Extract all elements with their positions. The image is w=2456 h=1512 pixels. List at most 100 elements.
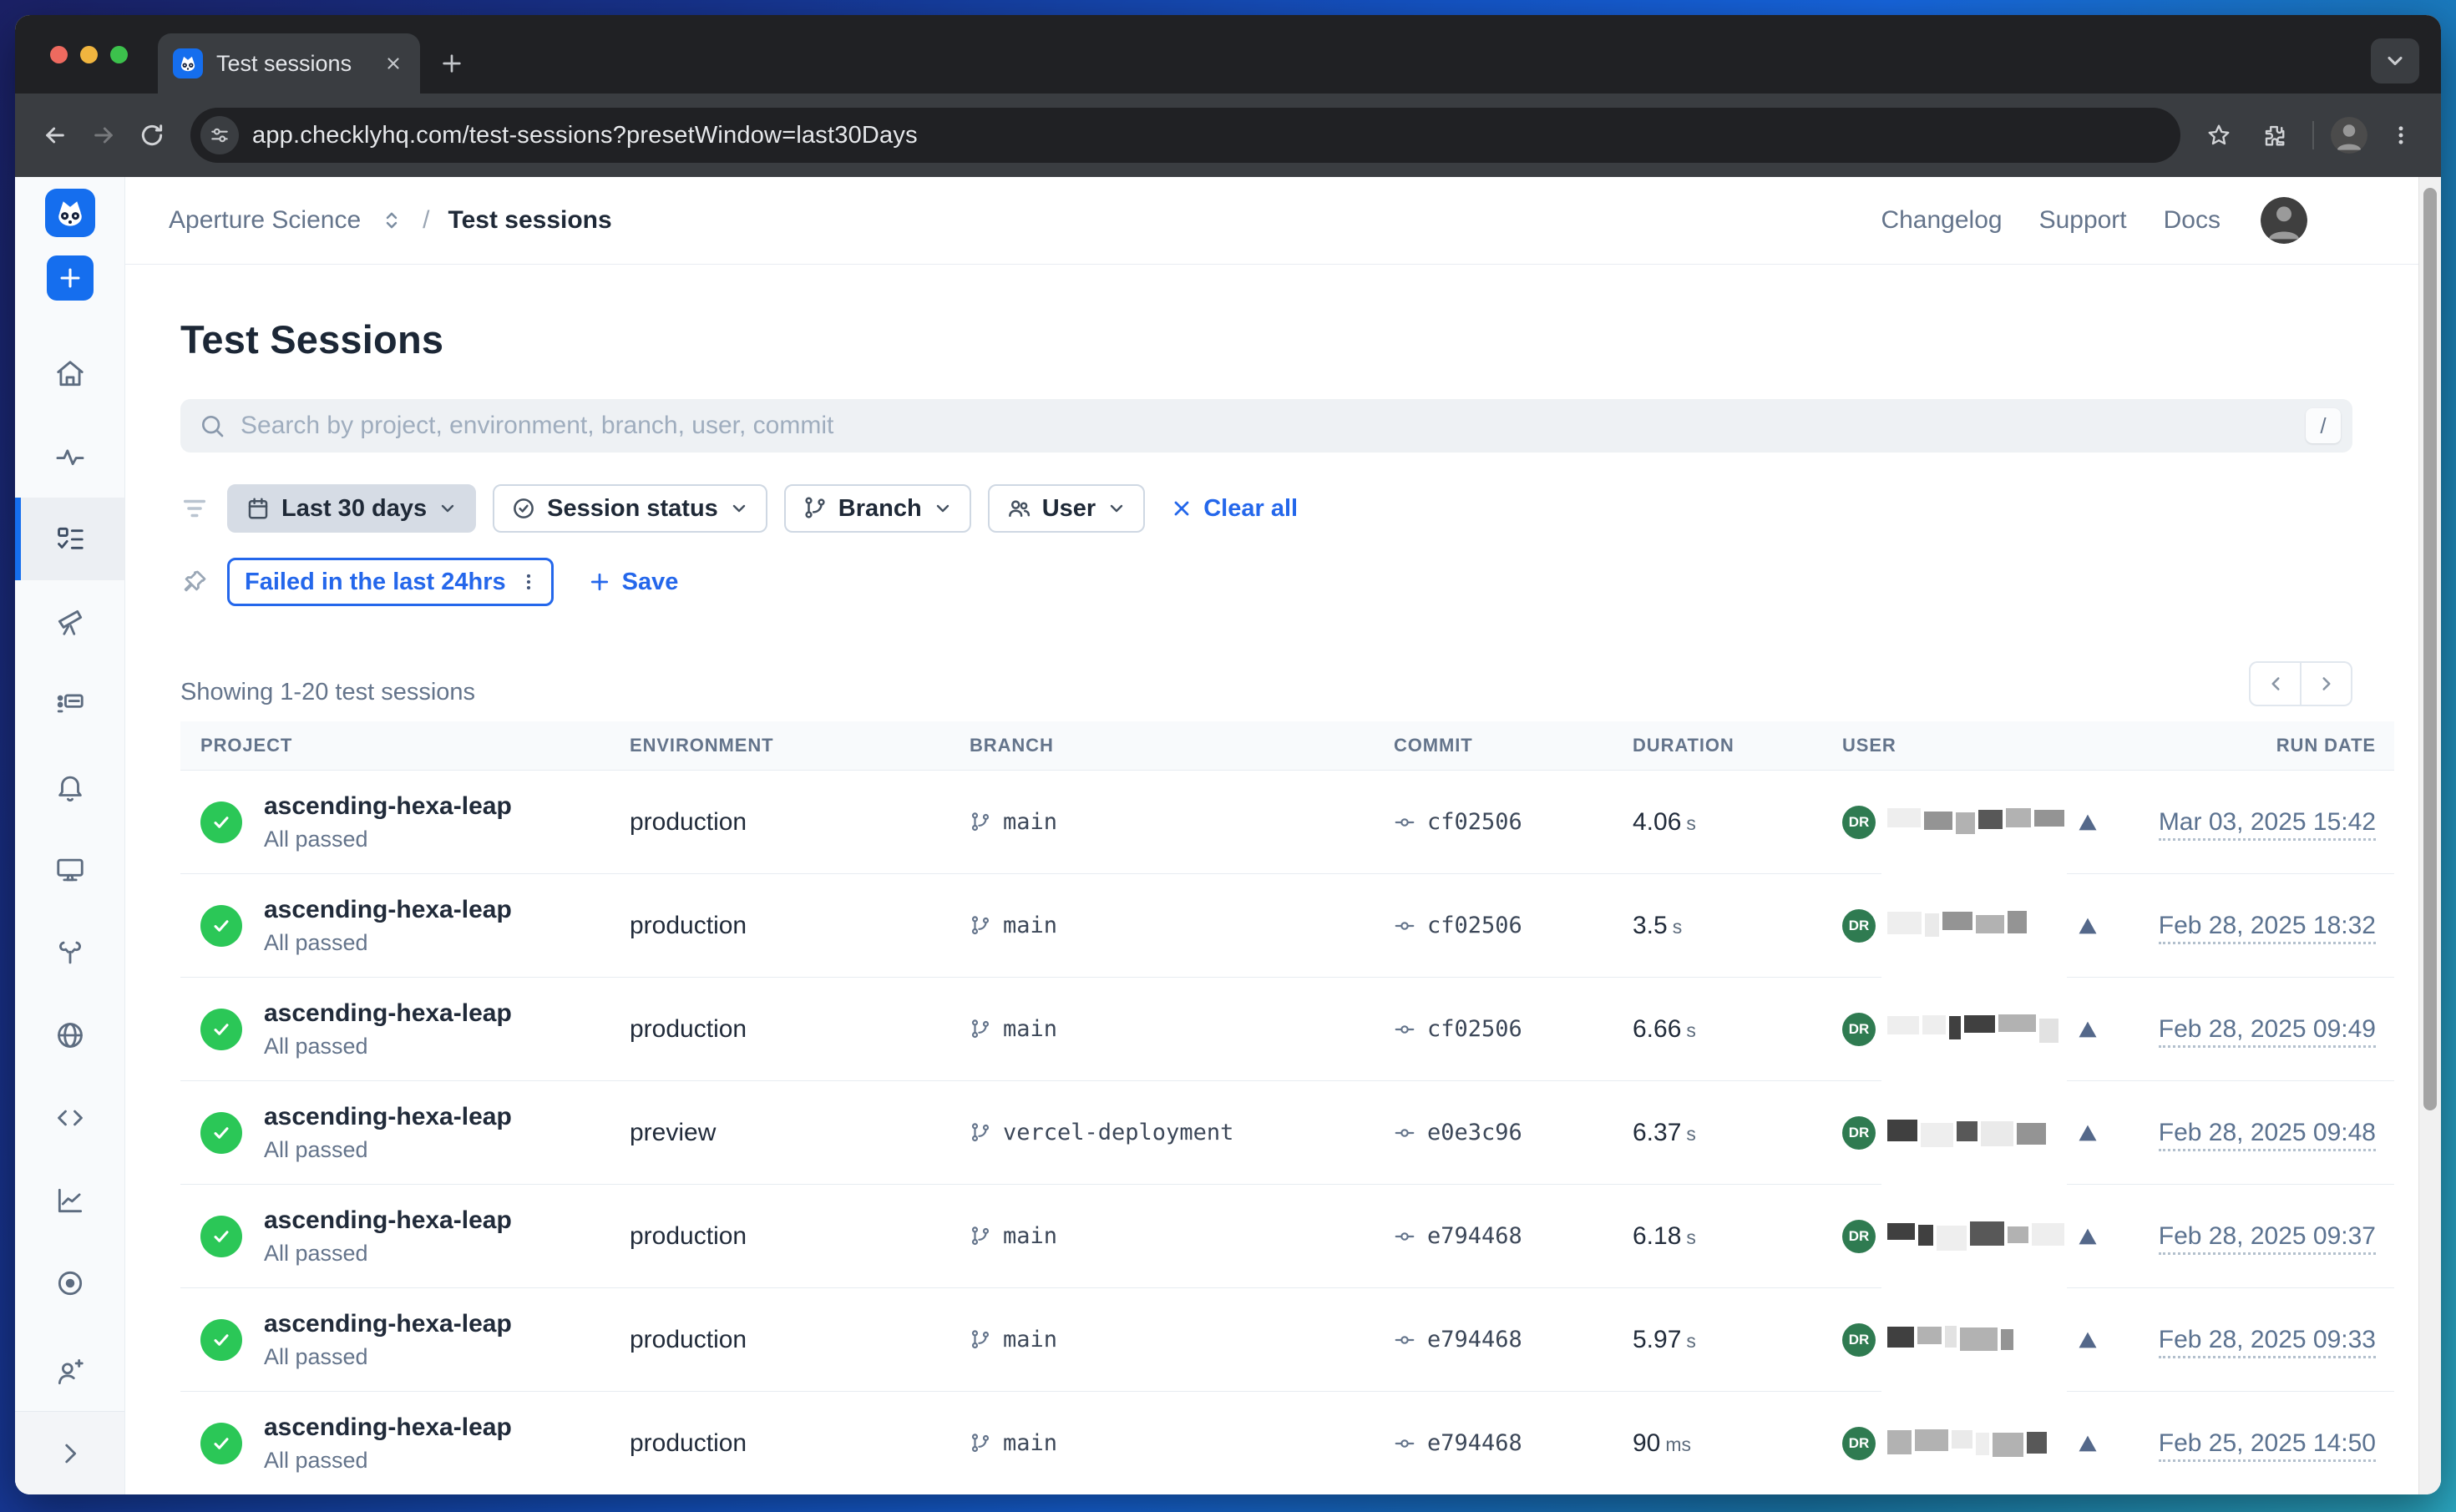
session-status-text: All passed — [264, 1241, 512, 1267]
status-passed-icon — [200, 1423, 242, 1464]
vercel-triangle-icon — [2076, 1328, 2099, 1352]
changelog-link[interactable]: Changelog — [1881, 206, 2002, 235]
run-date-link[interactable]: Feb 28, 2025 09:48 — [2159, 1119, 2376, 1151]
run-date-link[interactable]: Feb 28, 2025 09:37 — [2159, 1222, 2376, 1255]
traffic-lights — [50, 46, 128, 63]
search-input[interactable] — [241, 412, 2291, 440]
chevrons-up-down-icon[interactable] — [379, 208, 404, 233]
environment-value: preview — [630, 1119, 970, 1147]
checkly-raccoon-logo[interactable] — [45, 189, 95, 237]
sidebar-item-telescope[interactable] — [15, 580, 124, 663]
user-initials-avatar: DR — [1842, 1116, 1876, 1150]
redacted-user-name — [1887, 1014, 2064, 1044]
sidebar-item-alerts-bell[interactable] — [15, 746, 124, 828]
git-branch-icon — [970, 1226, 991, 1247]
sidebar-item-test-sessions[interactable] — [15, 498, 124, 580]
bookmark-star-icon[interactable] — [2197, 114, 2241, 157]
table-header: PROJECT ENVIRONMENT BRANCH COMMIT DURATI… — [180, 721, 2394, 770]
branch-filter-button[interactable]: Branch — [784, 484, 971, 533]
run-date-link[interactable]: Mar 03, 2025 15:42 — [2159, 808, 2376, 841]
sidebar-item-cli-code[interactable] — [15, 1076, 124, 1159]
site-settings-icon[interactable] — [200, 116, 239, 154]
sidebar-item-private-locations-globe[interactable] — [15, 994, 124, 1076]
duration-value: 3.5 — [1633, 912, 1668, 940]
redacted-user-name — [1887, 807, 2064, 837]
reload-button[interactable] — [130, 114, 174, 157]
clear-all-filters-button[interactable]: Clear all — [1170, 495, 1298, 523]
breadcrumb-separator: / — [423, 206, 429, 235]
git-commit-icon — [1394, 1433, 1415, 1454]
git-commit-icon — [1394, 812, 1415, 833]
table-row[interactable]: ascending-hexa-leapAll passedproductionm… — [180, 770, 2394, 873]
sidebar-item-activity[interactable] — [15, 415, 124, 498]
branch-value: vercel-deployment — [1003, 1120, 1233, 1145]
sidebar-item-dashboards-chart[interactable] — [15, 1159, 124, 1241]
save-filter-button[interactable]: Save — [587, 569, 679, 596]
user-filter-button[interactable]: User — [988, 484, 1146, 533]
duration-unit: s — [1686, 812, 1696, 835]
previous-page-button[interactable] — [2249, 661, 2301, 706]
user-initials-avatar: DR — [1842, 806, 1876, 839]
duration-value: 5.97 — [1633, 1326, 1681, 1354]
sidebar-item-target[interactable] — [15, 1241, 124, 1324]
user-initials-avatar: DR — [1842, 1323, 1876, 1357]
session-status-text: All passed — [264, 1344, 512, 1370]
user-avatar[interactable] — [2261, 197, 2307, 244]
sidebar-bottom — [15, 1334, 124, 1494]
address-bar[interactable]: app.checklyhq.com/test-sessions?presetWi… — [190, 108, 2180, 163]
minimize-window-button[interactable] — [80, 46, 98, 63]
branch-value: main — [1003, 1223, 1057, 1249]
column-user: USER — [1842, 735, 2151, 756]
git-branch-icon — [803, 496, 828, 521]
create-new-button[interactable] — [47, 255, 94, 301]
session-status-filter-button[interactable]: Session status — [493, 484, 767, 533]
invite-user-icon[interactable] — [15, 1334, 124, 1411]
run-date-link[interactable]: Feb 28, 2025 09:49 — [2159, 1015, 2376, 1048]
docs-link[interactable]: Docs — [2164, 206, 2221, 235]
column-run-date: RUN DATE — [2151, 735, 2376, 756]
content: Test Sessions / Last 30 days — [125, 265, 2441, 1494]
sidebar-item-status-pages[interactable] — [15, 828, 124, 911]
support-link[interactable]: Support — [2039, 206, 2127, 235]
sidebar-item-maintenance[interactable] — [15, 911, 124, 994]
browser-tab[interactable]: Test sessions — [158, 33, 420, 94]
date-range-filter-button[interactable]: Last 30 days — [227, 484, 476, 533]
vercel-triangle-icon — [2076, 1018, 2099, 1041]
browser-window: Test sessions app.checklyhq.com/test-ses… — [15, 15, 2441, 1494]
close-window-button[interactable] — [50, 46, 68, 63]
redacted-user-name — [1887, 1118, 2064, 1148]
next-page-button[interactable] — [2301, 661, 2352, 706]
saved-filter-chip[interactable]: Failed in the last 24hrs — [227, 558, 554, 606]
scrollbar-thumb[interactable] — [2423, 188, 2437, 1110]
back-button[interactable] — [33, 114, 77, 157]
browser-profile-avatar[interactable] — [2331, 117, 2367, 154]
zoom-window-button[interactable] — [110, 46, 128, 63]
tab-close-icon[interactable] — [382, 52, 405, 75]
environment-value: production — [630, 1222, 970, 1251]
column-project: PROJECT — [200, 735, 630, 756]
tab-search-chevron-button[interactable] — [2371, 38, 2419, 83]
forward-button[interactable] — [82, 114, 125, 157]
extensions-puzzle-icon[interactable] — [2252, 114, 2296, 157]
git-branch-icon — [970, 1122, 991, 1144]
sidebar-item-home[interactable] — [15, 332, 124, 415]
check-circle-icon — [511, 496, 536, 521]
new-tab-button[interactable] — [438, 50, 465, 77]
vercel-triangle-icon — [2076, 914, 2099, 938]
page-scrollbar[interactable] — [2418, 177, 2441, 1494]
saved-filter-kebab-icon[interactable] — [518, 571, 539, 593]
git-commit-icon — [1394, 1226, 1415, 1247]
run-date-link[interactable]: Feb 28, 2025 18:32 — [2159, 912, 2376, 944]
environment-value: production — [630, 1015, 970, 1044]
expand-sidebar-chevron[interactable] — [15, 1411, 124, 1494]
sidebar-item-checks[interactable] — [15, 663, 124, 746]
plus-icon — [587, 569, 612, 594]
run-date-link[interactable]: Feb 28, 2025 09:33 — [2159, 1326, 2376, 1358]
search-bar[interactable]: / — [180, 399, 2352, 453]
user-initials-avatar: DR — [1842, 909, 1876, 943]
pin-icon[interactable] — [180, 568, 209, 596]
browser-menu-kebab-icon[interactable] — [2379, 114, 2423, 157]
git-branch-icon — [970, 812, 991, 833]
team-selector[interactable]: Aperture Science — [169, 206, 361, 235]
run-date-link[interactable]: Feb 25, 2025 14:50 — [2159, 1429, 2376, 1462]
